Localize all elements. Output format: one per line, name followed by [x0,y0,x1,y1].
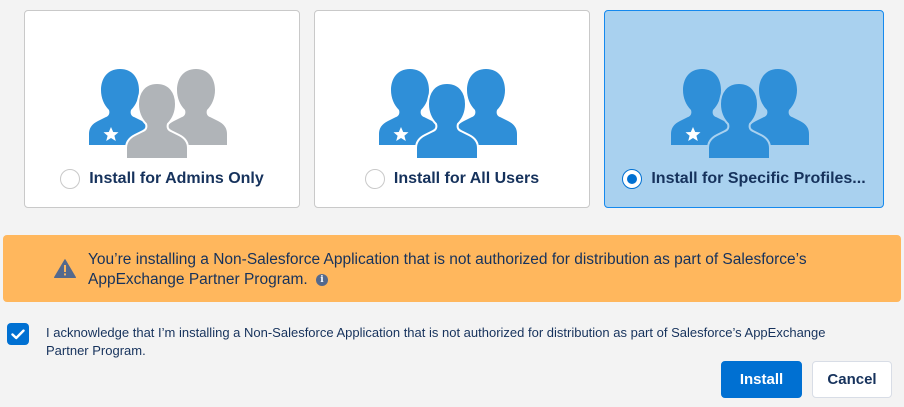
option-label-all-users: Install for All Users [393,170,540,187]
radio-admins-only[interactable] [60,169,81,189]
all-users-icon [379,69,517,159]
option-label-admins-only: Install for Admins Only [89,170,264,187]
install-option-specific-profiles[interactable]: Install for Specific Profiles... [604,10,884,208]
install-option-all-users[interactable]: Install for All Users [314,10,590,208]
warning-message: You’re installing a Non-Salesforce Appli… [88,251,807,288]
radio-specific-profiles[interactable] [622,169,643,189]
admins-users-icon [89,69,227,159]
acknowledge-checkbox[interactable] [7,323,29,345]
checkmark-icon [11,328,25,339]
warning-banner: You’re installing a Non-Salesforce Appli… [3,235,901,302]
warning-icon [54,259,76,278]
install-button[interactable]: Install [721,361,802,398]
install-option-admins[interactable]: Install for Admins Only [24,10,300,208]
radio-all-users[interactable] [364,169,385,189]
info-icon[interactable]: i [316,273,329,286]
acknowledge-text: I acknowledge that I’m installing a Non-… [46,325,826,358]
option-label-specific-profiles: Install for Specific Profiles... [651,170,866,187]
cancel-button[interactable]: Cancel [812,361,892,398]
specific-profiles-users-icon [671,69,809,159]
warning-text: You’re installing a Non-Salesforce Appli… [88,250,861,290]
